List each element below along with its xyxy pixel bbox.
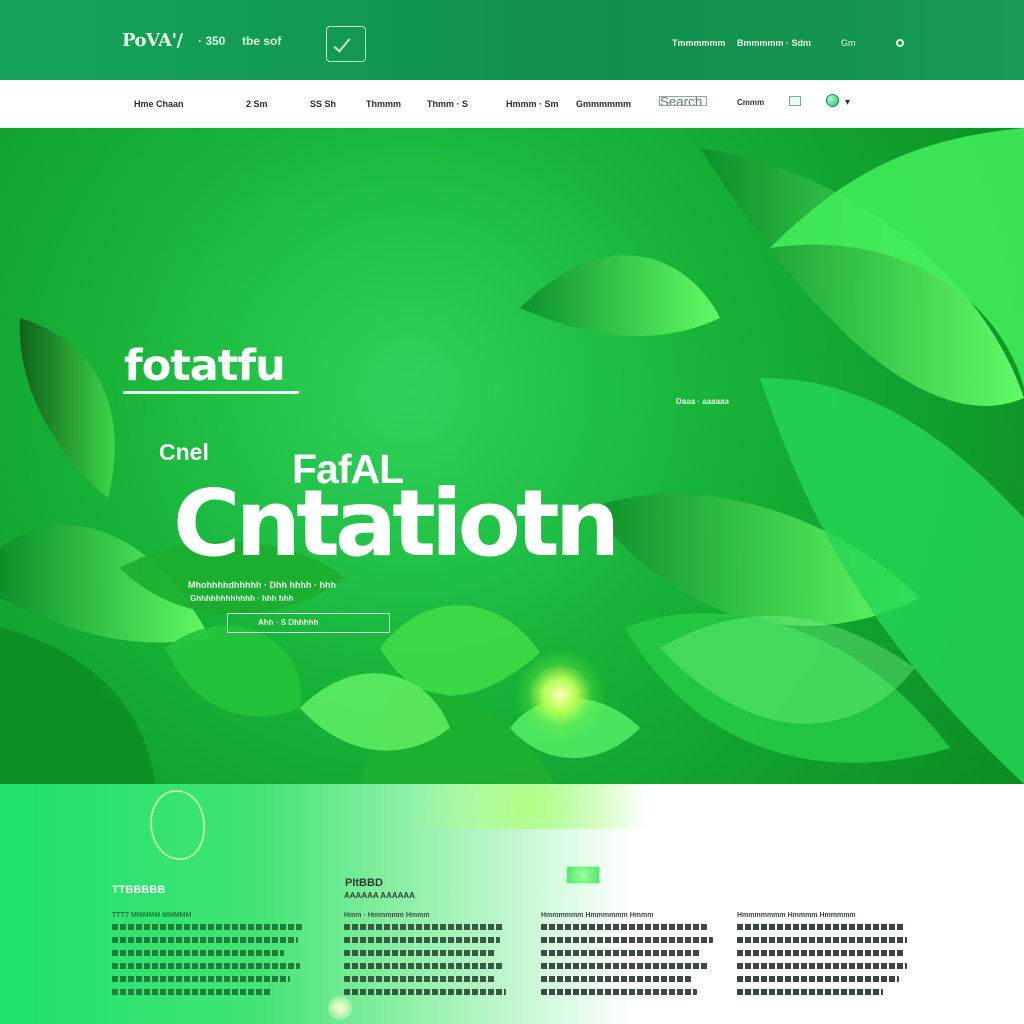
text-line (737, 937, 907, 943)
text-line (112, 937, 298, 943)
doc-check-icon[interactable] (326, 26, 366, 62)
section-title: PItBBD (345, 877, 383, 889)
text-line (737, 976, 899, 982)
hero-description-line2: Ghhhhhhhhhhhh · hhh hhh (190, 594, 294, 603)
hero-label: Cnel (159, 439, 209, 465)
text-line (344, 937, 500, 943)
text-line (344, 963, 502, 969)
content-column-1: TTTT MMMMM MMMMM (112, 912, 302, 1002)
text-line (112, 963, 300, 969)
hero-main-title: Cntatiotn (173, 470, 620, 577)
header-link-3[interactable]: Gm (841, 38, 856, 48)
sun-glow-icon (515, 650, 605, 740)
hero-title-underline (123, 391, 299, 394)
hero-description-line1: Mhohhhhdhhhhh · Dhh hhhh · hhh (188, 580, 336, 590)
text-line (737, 989, 883, 995)
top-header: PoVA'/ · 350 tbe sof Tmmmmmm Bmmmmm · Sd… (0, 0, 1024, 80)
content-column-2: Hmm · Hmmmmm Hmmm (344, 912, 534, 1002)
search-input[interactable] (659, 96, 707, 106)
text-line (112, 976, 290, 982)
nav-item-3[interactable]: SS Sh (310, 99, 336, 109)
text-line (541, 924, 707, 930)
decorative-orb-icon (150, 790, 205, 860)
text-line (112, 924, 302, 930)
hero-section: fotatfu Cnel FafAL Cntatiotn Mhohhhhdhhh… (0, 128, 1024, 784)
nav-item-4[interactable]: Thmmm (366, 99, 401, 109)
text-line (344, 924, 504, 930)
caret-icon[interactable]: ▾ (845, 97, 850, 108)
status-dot-icon[interactable] (896, 39, 904, 47)
feature-chip-icon[interactable] (566, 866, 600, 884)
main-navigation: Hme Chaan 2 Sm SS Sh Thmmm Thmm · S Hmmm… (0, 80, 1024, 128)
column-heading-2: Hmm · Hmmmmm Hmmm (344, 912, 430, 919)
text-line (112, 950, 284, 956)
column-heading-4: Hmmmmmmm Hmmmm Hmmmmm (737, 912, 856, 919)
nav-item-home[interactable]: Hme Chaan (134, 99, 184, 109)
column-heading-3: Hmmmmmm Hmmmmmm Hmmm (541, 912, 654, 919)
text-line (344, 976, 494, 982)
text-line (344, 950, 496, 956)
text-line (737, 950, 903, 956)
header-center-text: tbe sof (242, 34, 282, 48)
nav-item-6[interactable]: Hmmm · Sm (506, 99, 559, 109)
section-subtitle: AAAAAA AAAAAA (344, 891, 415, 900)
section-label: TTBBBBB (112, 884, 166, 896)
header-link-2[interactable]: Bmmmmm · Sdm (737, 38, 811, 48)
bottom-glow-icon (328, 996, 352, 1020)
text-line (541, 976, 691, 982)
brand-suffix: · 350 (198, 34, 226, 48)
content-column-4: Hmmmmmmm Hmmmm Hmmmmm (737, 912, 927, 1002)
column-heading-1: TTTT MMMMM MMMMM (112, 912, 192, 919)
nav-small-label[interactable]: Cmmm (737, 98, 764, 107)
hero-small-title: fotatfu (124, 341, 286, 391)
nav-item-5[interactable]: Thmm · S (427, 99, 468, 109)
foliage-illustration (0, 128, 1024, 784)
hero-cta-button[interactable]: Ahh · S Dhhhhh (227, 613, 390, 633)
avatar-icon[interactable] (826, 94, 839, 107)
text-line (344, 989, 506, 995)
text-line (541, 963, 709, 969)
text-line (541, 950, 701, 956)
text-line (541, 937, 713, 943)
nav-item-2[interactable]: 2 Sm (246, 99, 268, 109)
header-link-1[interactable]: Tmmmmmm (672, 38, 726, 48)
content-column-3: Hmmmmmm Hmmmmmm Hmmm (541, 912, 731, 1002)
text-line (737, 924, 905, 930)
text-line (112, 989, 272, 995)
text-line (737, 963, 907, 969)
decorative-haze (410, 784, 650, 829)
hero-tag-label: Daaa · aaaaaa (676, 397, 729, 406)
text-line (541, 989, 697, 995)
nav-item-7[interactable]: Gmmmmmm (576, 99, 631, 109)
brand-logo[interactable]: PoVA'/ (122, 30, 183, 51)
window-icon[interactable] (789, 96, 801, 106)
